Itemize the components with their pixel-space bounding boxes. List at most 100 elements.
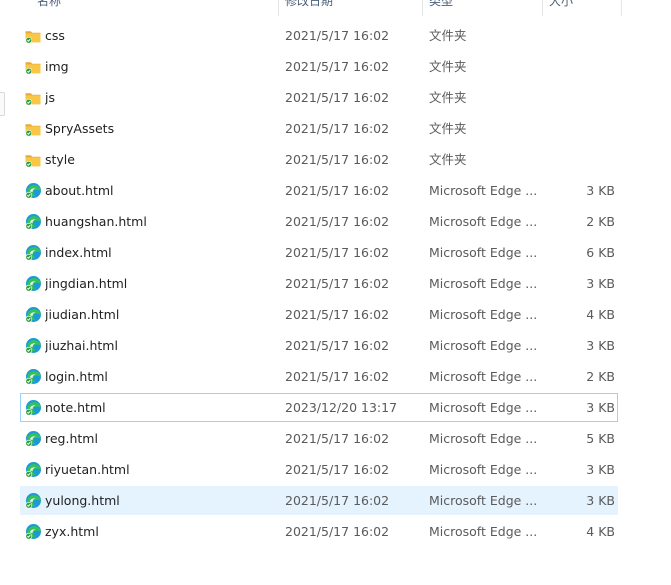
microsoft-edge-html-icon (24, 337, 42, 355)
file-size: 4 KB (586, 524, 615, 539)
file-name: jingdian.html (45, 276, 128, 291)
file-name: yulong.html (45, 493, 120, 508)
file-size: 3 KB (586, 462, 615, 477)
file-type: 文件夹 (429, 90, 467, 105)
file-size (541, 115, 615, 142)
file-size: 2 KB (586, 214, 615, 229)
file-size (541, 22, 615, 49)
folder-row[interactable]: style 2021/5/17 16:02 文件夹 (20, 145, 618, 174)
file-name: index.html (45, 245, 112, 260)
column-divider[interactable] (278, 0, 279, 16)
file-modified-date: 2021/5/17 16:02 (285, 152, 390, 167)
file-size: 3 KB (586, 400, 615, 415)
file-row[interactable]: huangshan.html 2021/5/17 16:02 Microsoft E… (20, 207, 618, 236)
microsoft-edge-html-icon (24, 492, 42, 510)
file-type: Microsoft Edge ... (429, 307, 538, 322)
file-modified-date: 2021/5/17 16:02 (285, 493, 390, 508)
file-type: Microsoft Edge ... (429, 276, 538, 291)
file-name: SpryAssets (45, 121, 115, 136)
file-row[interactable]: zyx.html 2021/5/17 16:02 Microsoft Edge ..… (20, 517, 618, 546)
file-size: 3 KB (586, 183, 615, 198)
file-modified-date: 2021/5/17 16:02 (285, 183, 390, 198)
file-type: Microsoft Edge ... (429, 400, 538, 415)
microsoft-edge-html-icon (24, 430, 42, 448)
microsoft-edge-html-icon (24, 368, 42, 386)
file-modified-date: 2021/5/17 16:02 (285, 462, 390, 477)
file-type: 文件夹 (429, 121, 467, 136)
folder-row[interactable]: SpryAssets 2021/5/17 16:02 文件夹 (20, 114, 618, 143)
file-size (541, 84, 615, 111)
file-type: Microsoft Edge ... (429, 493, 538, 508)
file-row[interactable]: yulong.html 2021/5/17 16:02 Microsoft Edge… (20, 486, 618, 515)
file-name: js (45, 90, 55, 105)
file-modified-date: 2021/5/17 16:02 (285, 245, 390, 260)
file-name: img (45, 59, 69, 74)
file-row[interactable]: jingdian.html 2021/5/17 16:02 Microsoft Ed… (20, 269, 618, 298)
column-header-type[interactable]: 类型 (429, 0, 541, 16)
file-row[interactable]: about.html 2021/5/17 16:02 Microsoft Edge … (20, 176, 618, 205)
folder-row[interactable]: img 2021/5/17 16:02 文件夹 (20, 52, 618, 81)
file-type: Microsoft Edge ... (429, 524, 538, 539)
microsoft-edge-html-icon (24, 399, 42, 417)
folder-row[interactable]: js 2021/5/17 16:02 文件夹 (20, 83, 618, 112)
file-modified-date: 2021/5/17 16:02 (285, 431, 390, 446)
column-header-type-label: 类型 (429, 0, 454, 8)
file-modified-date: 2023/12/20 13:17 (285, 400, 398, 415)
file-modified-date: 2021/5/17 16:02 (285, 338, 390, 353)
column-divider[interactable] (542, 0, 543, 16)
file-row[interactable]: login.html 2021/5/17 16:02 Microsoft Edge … (20, 362, 618, 391)
file-name: zyx.html (45, 524, 99, 539)
microsoft-edge-html-icon (24, 461, 42, 479)
file-type: Microsoft Edge ... (429, 369, 538, 384)
file-name: jiudian.html (45, 307, 120, 322)
file-type: Microsoft Edge ... (429, 431, 538, 446)
file-size (541, 146, 615, 173)
folder-icon (24, 89, 42, 107)
file-type: 文件夹 (429, 28, 467, 43)
microsoft-edge-html-icon (24, 182, 42, 200)
folder-icon (24, 27, 42, 45)
file-name: about.html (45, 183, 114, 198)
file-modified-date: 2021/5/17 16:02 (285, 369, 390, 384)
folder-icon (24, 120, 42, 138)
column-header-modified[interactable]: 修改日期 (285, 0, 421, 16)
file-type: Microsoft Edge ... (429, 338, 538, 353)
column-header-name[interactable]: 名称 (37, 0, 277, 16)
folder-icon (24, 151, 42, 169)
microsoft-edge-html-icon (24, 213, 42, 231)
column-divider[interactable] (422, 0, 423, 16)
file-row[interactable]: riyuetan.html 2021/5/17 16:02 Microsoft Ed… (20, 455, 618, 484)
file-name: huangshan.html (45, 214, 147, 229)
file-modified-date: 2021/5/17 16:02 (285, 307, 390, 322)
pane-resize-handle[interactable] (0, 92, 5, 116)
column-divider[interactable] (621, 0, 622, 16)
file-row[interactable]: jiudian.html 2021/5/17 16:02 Microsoft Edg… (20, 300, 618, 329)
file-row[interactable]: index.html 2021/5/17 16:02 Microsoft Edge … (20, 238, 618, 267)
file-size: 3 KB (586, 276, 615, 291)
column-header-size-label: 大小 (549, 0, 574, 8)
file-type: Microsoft Edge ... (429, 462, 538, 477)
file-modified-date: 2021/5/17 16:02 (285, 90, 390, 105)
folder-row[interactable]: css 2021/5/17 16:02 文件夹 (20, 21, 618, 50)
file-size: 4 KB (586, 307, 615, 322)
microsoft-edge-html-icon (24, 306, 42, 324)
file-name: style (45, 152, 75, 167)
file-row[interactable]: note.html 2023/12/20 13:17 Microsoft Edge … (20, 393, 618, 422)
file-name: css (45, 28, 65, 43)
file-size: 6 KB (586, 245, 615, 260)
file-name: riyuetan.html (45, 462, 130, 477)
column-header-modified-label: 修改日期 (285, 0, 334, 8)
file-name: reg.html (45, 431, 98, 446)
file-modified-date: 2021/5/17 16:02 (285, 28, 390, 43)
file-type: Microsoft Edge ... (429, 245, 538, 260)
file-modified-date: 2021/5/17 16:02 (285, 524, 390, 539)
column-header-size[interactable]: 大小 (549, 0, 619, 16)
file-row[interactable]: jiuzhai.html 2021/5/17 16:02 Microsoft Edg… (20, 331, 618, 360)
file-modified-date: 2021/5/17 16:02 (285, 276, 390, 291)
file-row[interactable]: reg.html 2021/5/17 16:02 Microsoft Edge ..… (20, 424, 618, 453)
column-header-name-label: 名称 (37, 0, 62, 8)
microsoft-edge-html-icon (24, 244, 42, 262)
file-type: Microsoft Edge ... (429, 183, 538, 198)
file-size: 2 KB (586, 369, 615, 384)
file-type: 文件夹 (429, 152, 467, 167)
